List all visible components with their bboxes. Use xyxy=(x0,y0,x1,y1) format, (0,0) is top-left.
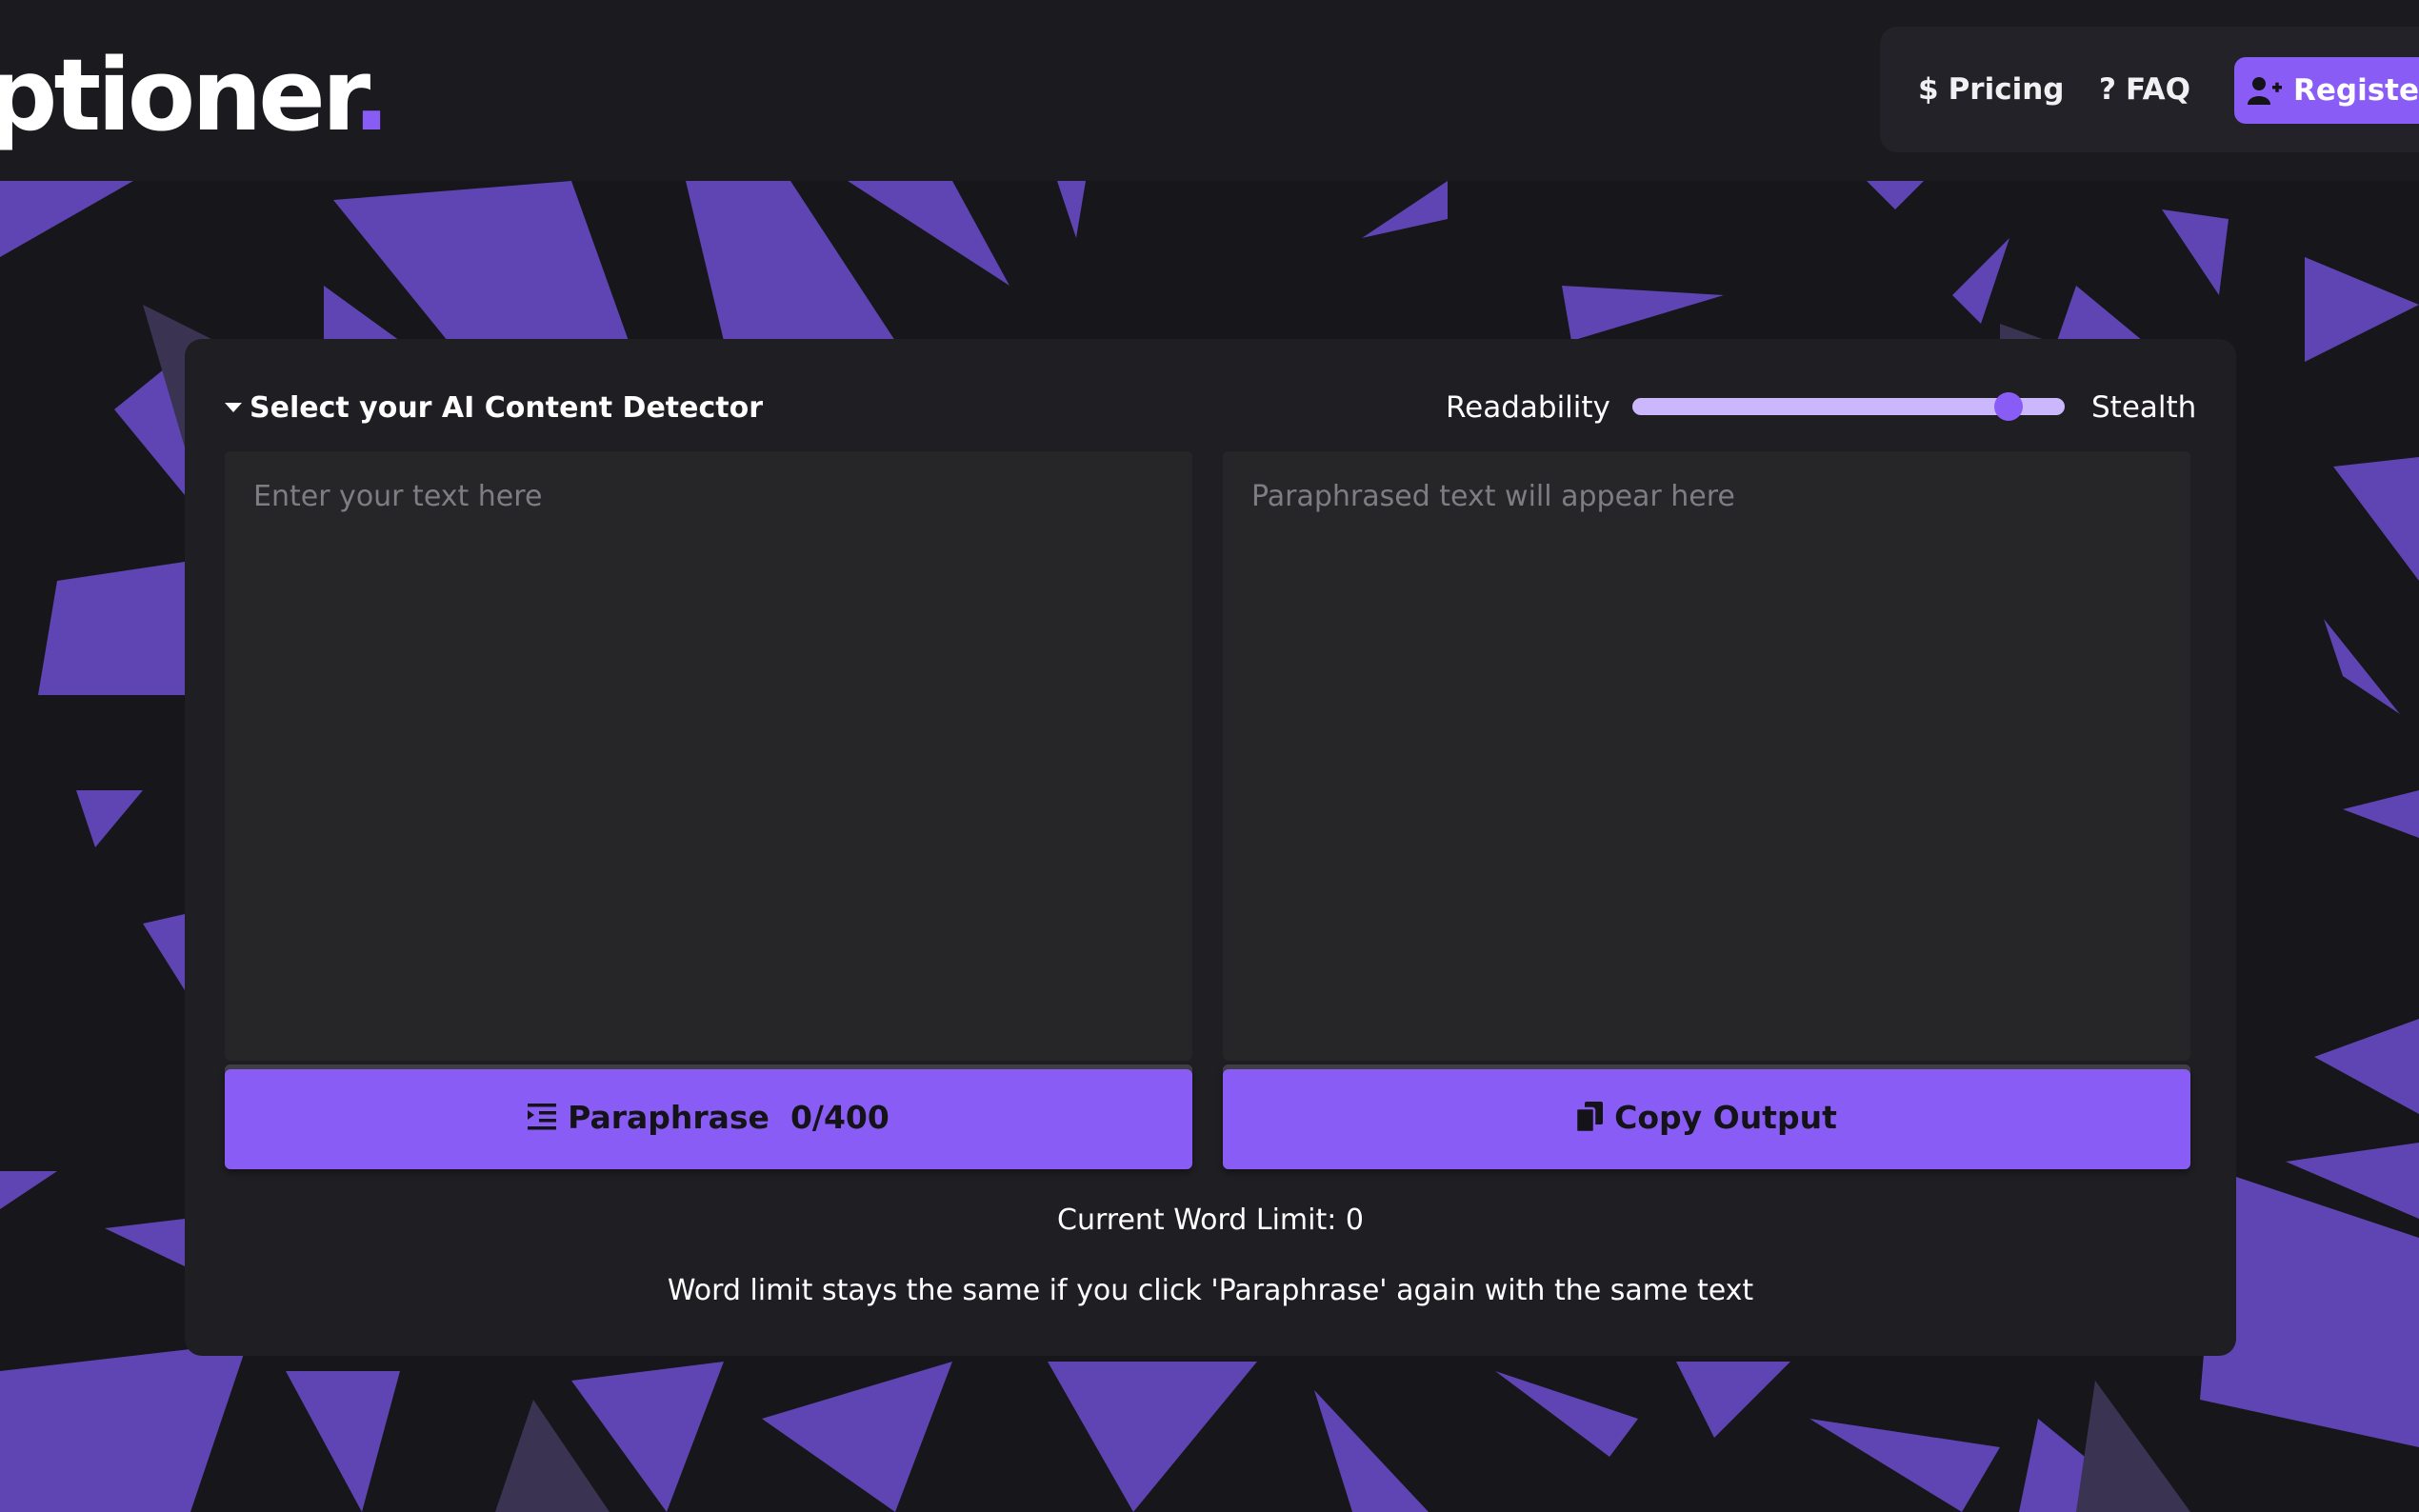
copy-output-button[interactable]: Copy Output xyxy=(1223,1064,2190,1169)
register-button[interactable]: Register xyxy=(2234,57,2419,124)
question-icon: ? xyxy=(2099,72,2116,107)
brand-logo[interactable]: ptioner. xyxy=(0,29,390,162)
input-textarea[interactable] xyxy=(225,451,1192,1061)
detector-label: Select your AI Content Detector xyxy=(250,390,764,425)
word-limit-note: Word limit stays the same if you click '… xyxy=(667,1274,1754,1307)
register-label: Register xyxy=(2293,73,2419,108)
detector-dropdown[interactable]: Select your AI Content Detector xyxy=(225,381,763,434)
dollar-icon: $ xyxy=(1918,72,1939,107)
output-textbox[interactable]: Paraphrased text will appear here xyxy=(1223,451,2190,1061)
nav-faq-label: FAQ xyxy=(2125,72,2190,107)
word-count: 0/400 xyxy=(790,1098,890,1136)
list-indent-icon xyxy=(528,1104,557,1130)
nav-menu: $ Pricing ? FAQ Register xyxy=(1880,27,2419,152)
paraphrase-label: Paraphrase xyxy=(568,1098,770,1136)
slider-thumb[interactable] xyxy=(1993,392,2023,421)
copy-icon xyxy=(1576,1102,1604,1132)
paraphrase-button[interactable]: Paraphrase 0/400 xyxy=(225,1064,1192,1169)
paraphraser-panel: Select your AI Content Detector Readabil… xyxy=(185,339,2236,1356)
copy-output-label: Copy Output xyxy=(1614,1098,1837,1136)
word-limit-text: Current Word Limit: 0 xyxy=(1057,1204,1364,1237)
user-plus-icon xyxy=(2248,77,2282,105)
top-navigation-bar: ptioner. $ Pricing ? FAQ Register xyxy=(0,0,2419,181)
nav-pricing-label: Pricing xyxy=(1948,72,2065,107)
nav-pricing-link[interactable]: $ Pricing xyxy=(1918,27,2064,152)
output-placeholder: Paraphrased text will appear here xyxy=(1251,480,1735,513)
readability-stealth-slider[interactable] xyxy=(1632,392,2065,421)
readability-label: Readability xyxy=(1446,390,1610,425)
stealth-label: Stealth xyxy=(2091,390,2197,425)
nav-faq-link[interactable]: ? FAQ xyxy=(2099,27,2190,152)
caret-down-icon xyxy=(225,403,242,412)
